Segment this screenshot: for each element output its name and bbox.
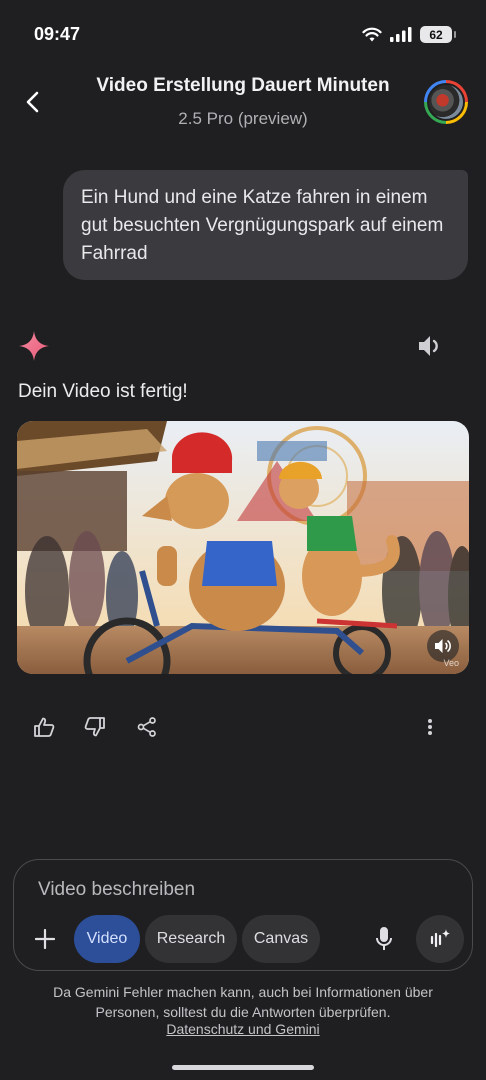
user-message-bubble: Ein Hund und eine Katze fahren in einem … <box>63 170 468 280</box>
research-tool-chip[interactable]: Research <box>145 915 237 963</box>
veo-watermark: Veo <box>443 658 459 668</box>
status-time: 09:47 <box>34 24 81 44</box>
mic-icon <box>376 927 392 950</box>
add-attachment-button[interactable] <box>30 924 60 954</box>
prompt-input[interactable]: Video beschreiben <box>38 879 195 901</box>
live-mode-button[interactable] <box>416 915 464 963</box>
share-button[interactable] <box>132 712 162 742</box>
video-tool-chip[interactable]: Video <box>74 915 140 963</box>
home-indicator <box>172 1065 314 1070</box>
speaker-icon[interactable] <box>416 333 444 359</box>
status-icons: 62 <box>362 26 456 43</box>
thumbs-down-icon <box>84 717 105 737</box>
thumbs-up-icon <box>34 717 55 737</box>
live-icon <box>430 929 450 948</box>
microphone-button[interactable] <box>370 924 398 954</box>
conversation-title: Video Erstellung Dauert Minuten <box>96 75 390 96</box>
battery-indicator: 62 <box>420 26 456 43</box>
gemini-spark-icon <box>19 331 49 361</box>
canvas-tool-chip[interactable]: Canvas <box>242 915 320 963</box>
response-text: Dein Video ist fertig! <box>18 381 188 402</box>
back-arrow-icon <box>26 91 39 113</box>
thumbs-down-button[interactable] <box>80 712 110 742</box>
back-button[interactable] <box>18 86 46 118</box>
model-label[interactable]: 2.5 Pro (preview) <box>70 109 416 129</box>
share-icon <box>137 717 156 737</box>
more-options-button[interactable] <box>415 712 445 742</box>
privacy-link[interactable]: Datenschutz und Gemini <box>166 1021 319 1037</box>
disclaimer-text: Da Gemini Fehler machen kann, auch bei I… <box>53 984 433 1020</box>
video-frame <box>17 421 469 674</box>
plus-icon <box>35 929 55 949</box>
generated-video[interactable]: Veo <box>17 421 469 674</box>
speaker-icon <box>435 639 451 653</box>
avatar[interactable] <box>424 80 468 124</box>
thumbs-up-button[interactable] <box>29 712 59 742</box>
more-vert-icon <box>428 719 432 735</box>
wifi-icon <box>362 27 382 41</box>
signal-icon <box>390 27 412 42</box>
privacy-link-row: Datenschutz und Gemini <box>20 1021 466 1037</box>
